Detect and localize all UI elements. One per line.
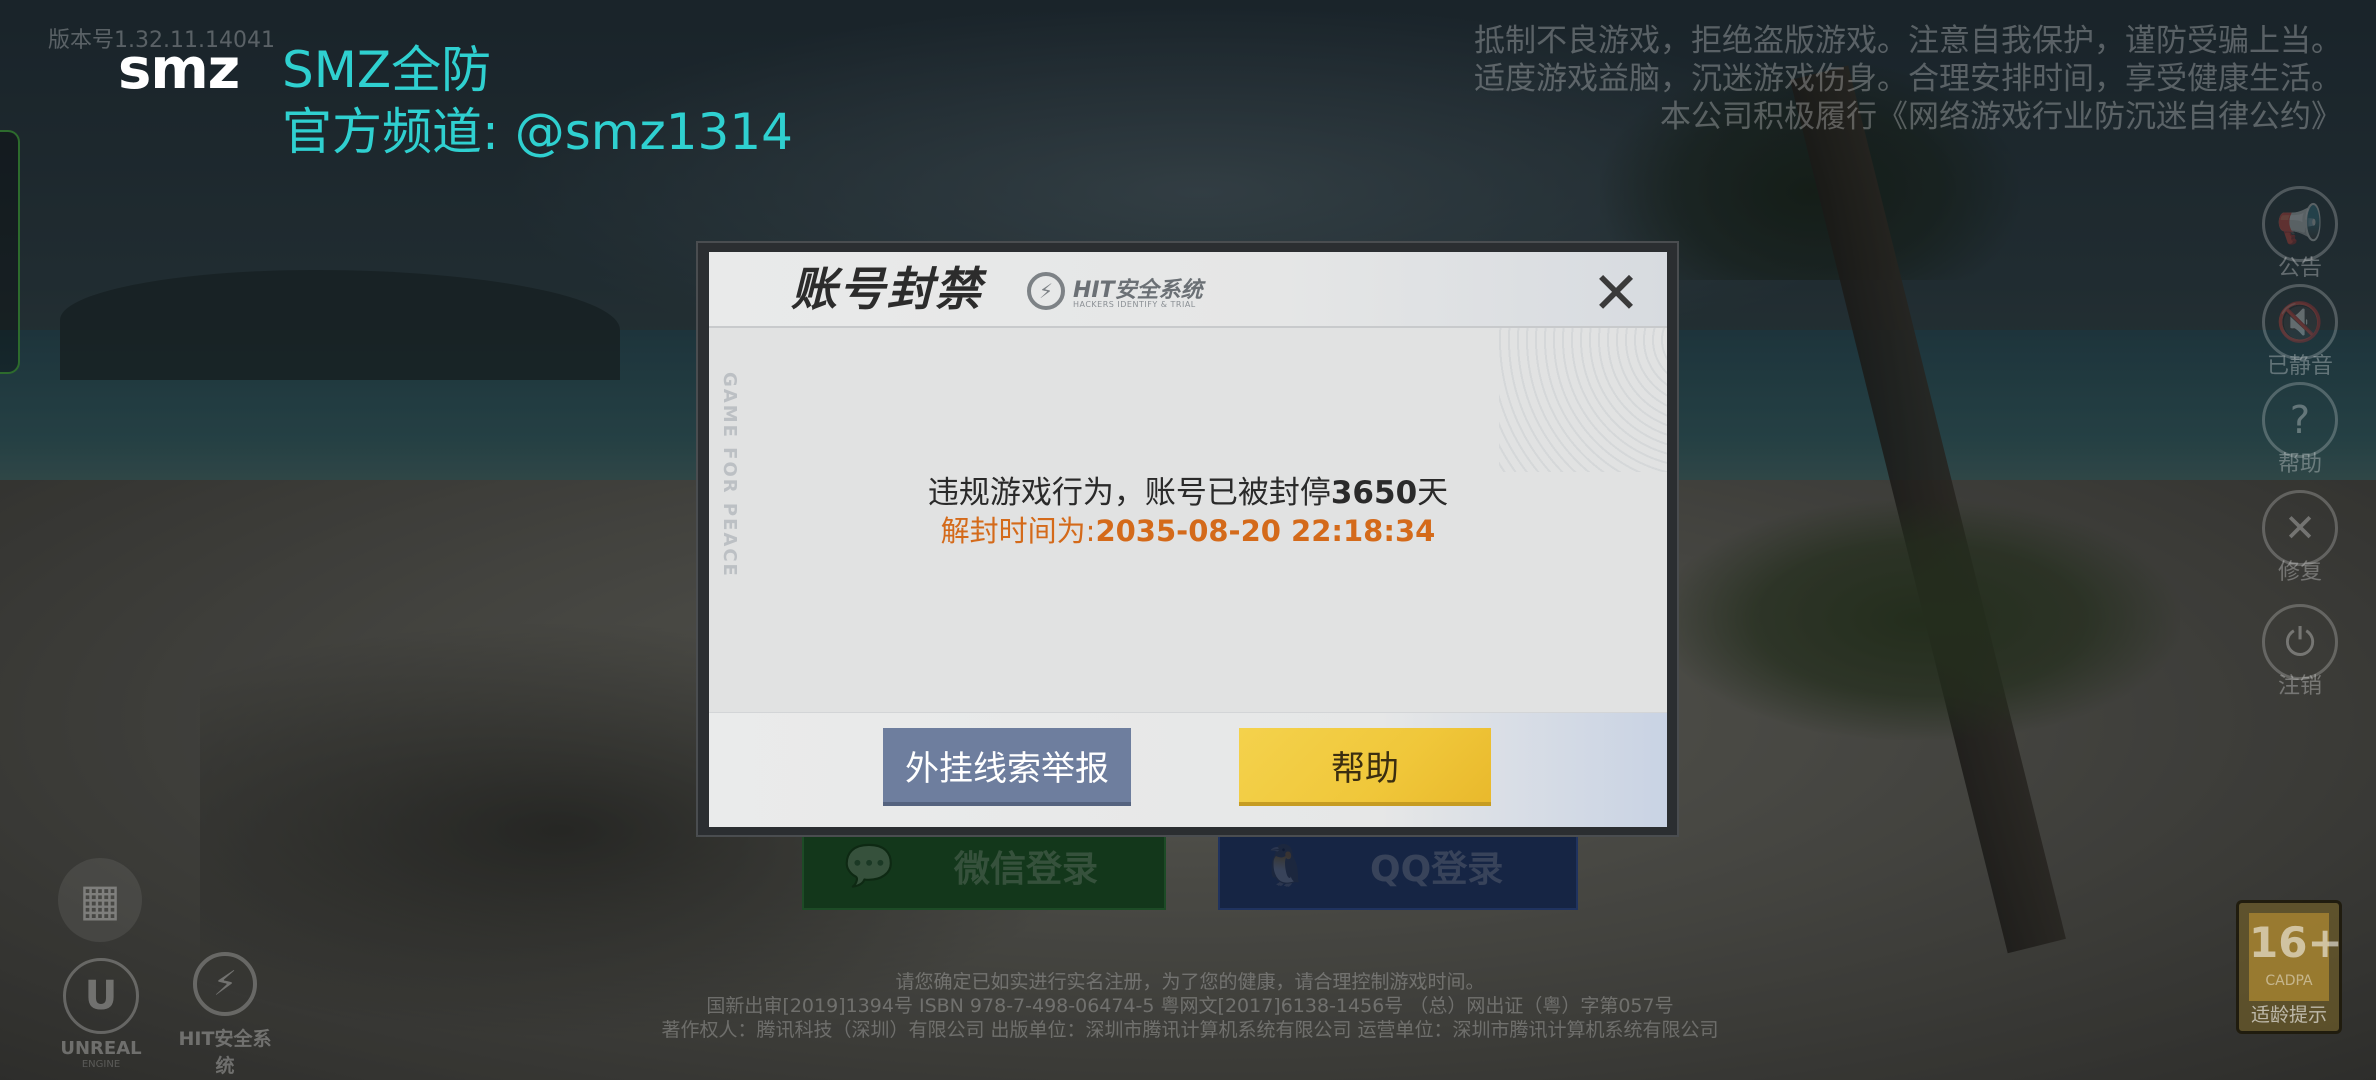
ban-reason-text: 违规游戏行为，账号已被封停: [927, 475, 1331, 511]
legal-line: 著作权人：腾讯科技（深圳）有限公司 出版单位：深圳市腾讯计算机系统有限公司 运营…: [661, 1019, 1719, 1041]
hit-system-subtitle: HACKERS IDENTIFY & TRIAL: [1073, 300, 1196, 309]
logout-button[interactable]: ⏻ 注销: [2258, 604, 2342, 700]
close-icon[interactable]: ✕: [1589, 264, 1643, 322]
hit-shield-icon: ⚡: [1027, 272, 1065, 310]
side-drawer-handle[interactable]: [0, 130, 20, 374]
ban-reason: 违规游戏行为，账号已被封停3650天: [709, 474, 1667, 512]
unban-time-label: 解封时间为:: [940, 514, 1096, 548]
repair-label: 修复: [2277, 560, 2322, 585]
health-notice-line: 抵制不良游戏，拒绝盗版游戏。注意自我保护，谨防受骗上当。: [1474, 23, 2342, 59]
hit-security-text: HIT安全系统: [178, 1028, 272, 1077]
ban-days: 3650: [1330, 475, 1418, 511]
age-rating-badge[interactable]: 16+ CADPA 适龄提示: [2236, 900, 2343, 1034]
age-rating-number: 16+: [2249, 918, 2343, 967]
age-rating-org: CADPA: [2265, 973, 2313, 989]
age-rating-mark: 16+ CADPA: [2249, 913, 2343, 1001]
age-rating-label: 适龄提示: [2250, 1004, 2327, 1026]
mute-label: 已静音: [2266, 354, 2333, 379]
game-login-screen: 💬 微信登录 🐧 QQ登录 版本号1.32.11.14041 smz SMZ全防…: [0, 0, 2376, 1080]
ban-dialog: GAME FOR PEACE 账号封禁 ⚡ HIT安全系统 HACKERS ID…: [709, 252, 1667, 827]
dialog-header: 账号封禁 ⚡ HIT安全系统 HACKERS IDENTIFY & TRIAL …: [709, 252, 1667, 328]
unreal-subtext: ENGINE: [81, 1059, 121, 1070]
help-button[interactable]: 帮助: [1239, 728, 1491, 806]
ban-message: 违规游戏行为，账号已被封停3650天 解封时间为:2035-08-20 22:1…: [709, 474, 1667, 550]
watermark-title: SMZ全防: [282, 41, 492, 99]
announcement-button[interactable]: 📢 公告: [2258, 186, 2342, 282]
hit-security-logo: ⚡ HIT安全系统: [170, 952, 280, 1078]
watermark-channel: 官方频道: @smz1314: [282, 103, 793, 161]
ban-days-unit: 天: [1417, 475, 1449, 511]
qr-code-icon[interactable]: ▦: [58, 858, 142, 942]
unban-time: 解封时间为:2035-08-20 22:18:34: [709, 512, 1667, 550]
unreal-icon: U: [63, 958, 139, 1034]
health-notice-line: 适度游戏益脑，沉迷游戏伤身。合理安排时间，享受健康生活。: [1474, 61, 2342, 97]
watermark-logo: smz: [118, 37, 240, 102]
health-notice: 抵制不良游戏，拒绝盗版游戏。注意自我保护，谨防受骗上当。 适度游戏益脑，沉迷游戏…: [1342, 22, 2342, 136]
report-cheat-button[interactable]: 外挂线索举报: [883, 728, 1131, 806]
announcement-label: 公告: [2277, 256, 2322, 281]
help-side-label: 帮助: [2277, 452, 2322, 477]
legal-line: 请您确定已如实进行实名注册，为了您的健康，请合理控制游戏时间。: [895, 971, 1485, 993]
unban-time-value: 2035-08-20 22:18:34: [1095, 514, 1436, 548]
legal-info: 请您确定已如实进行实名注册，为了您的健康，请合理控制游戏时间。 国新出审[201…: [500, 970, 1880, 1042]
unreal-engine-logo: U UNREAL ENGINE: [46, 958, 156, 1070]
help-side-button[interactable]: ? 帮助: [2258, 382, 2342, 478]
hit-shield-icon: ⚡: [193, 952, 257, 1016]
mute-button[interactable]: 🔇 已静音: [2258, 284, 2342, 380]
repair-button[interactable]: ✕ 修复: [2258, 490, 2342, 586]
dialog-title: 账号封禁: [791, 262, 983, 316]
health-notice-line: 本公司积极履行《网络游戏行业防沉迷自律公约》: [1660, 99, 2342, 135]
unreal-text: UNREAL: [60, 1038, 142, 1059]
logout-label: 注销: [2277, 674, 2322, 699]
dialog-footer: [709, 712, 1667, 827]
legal-line: 国新出审[2019]1394号 ISBN 978-7-498-06474-5 粤…: [706, 995, 1674, 1017]
